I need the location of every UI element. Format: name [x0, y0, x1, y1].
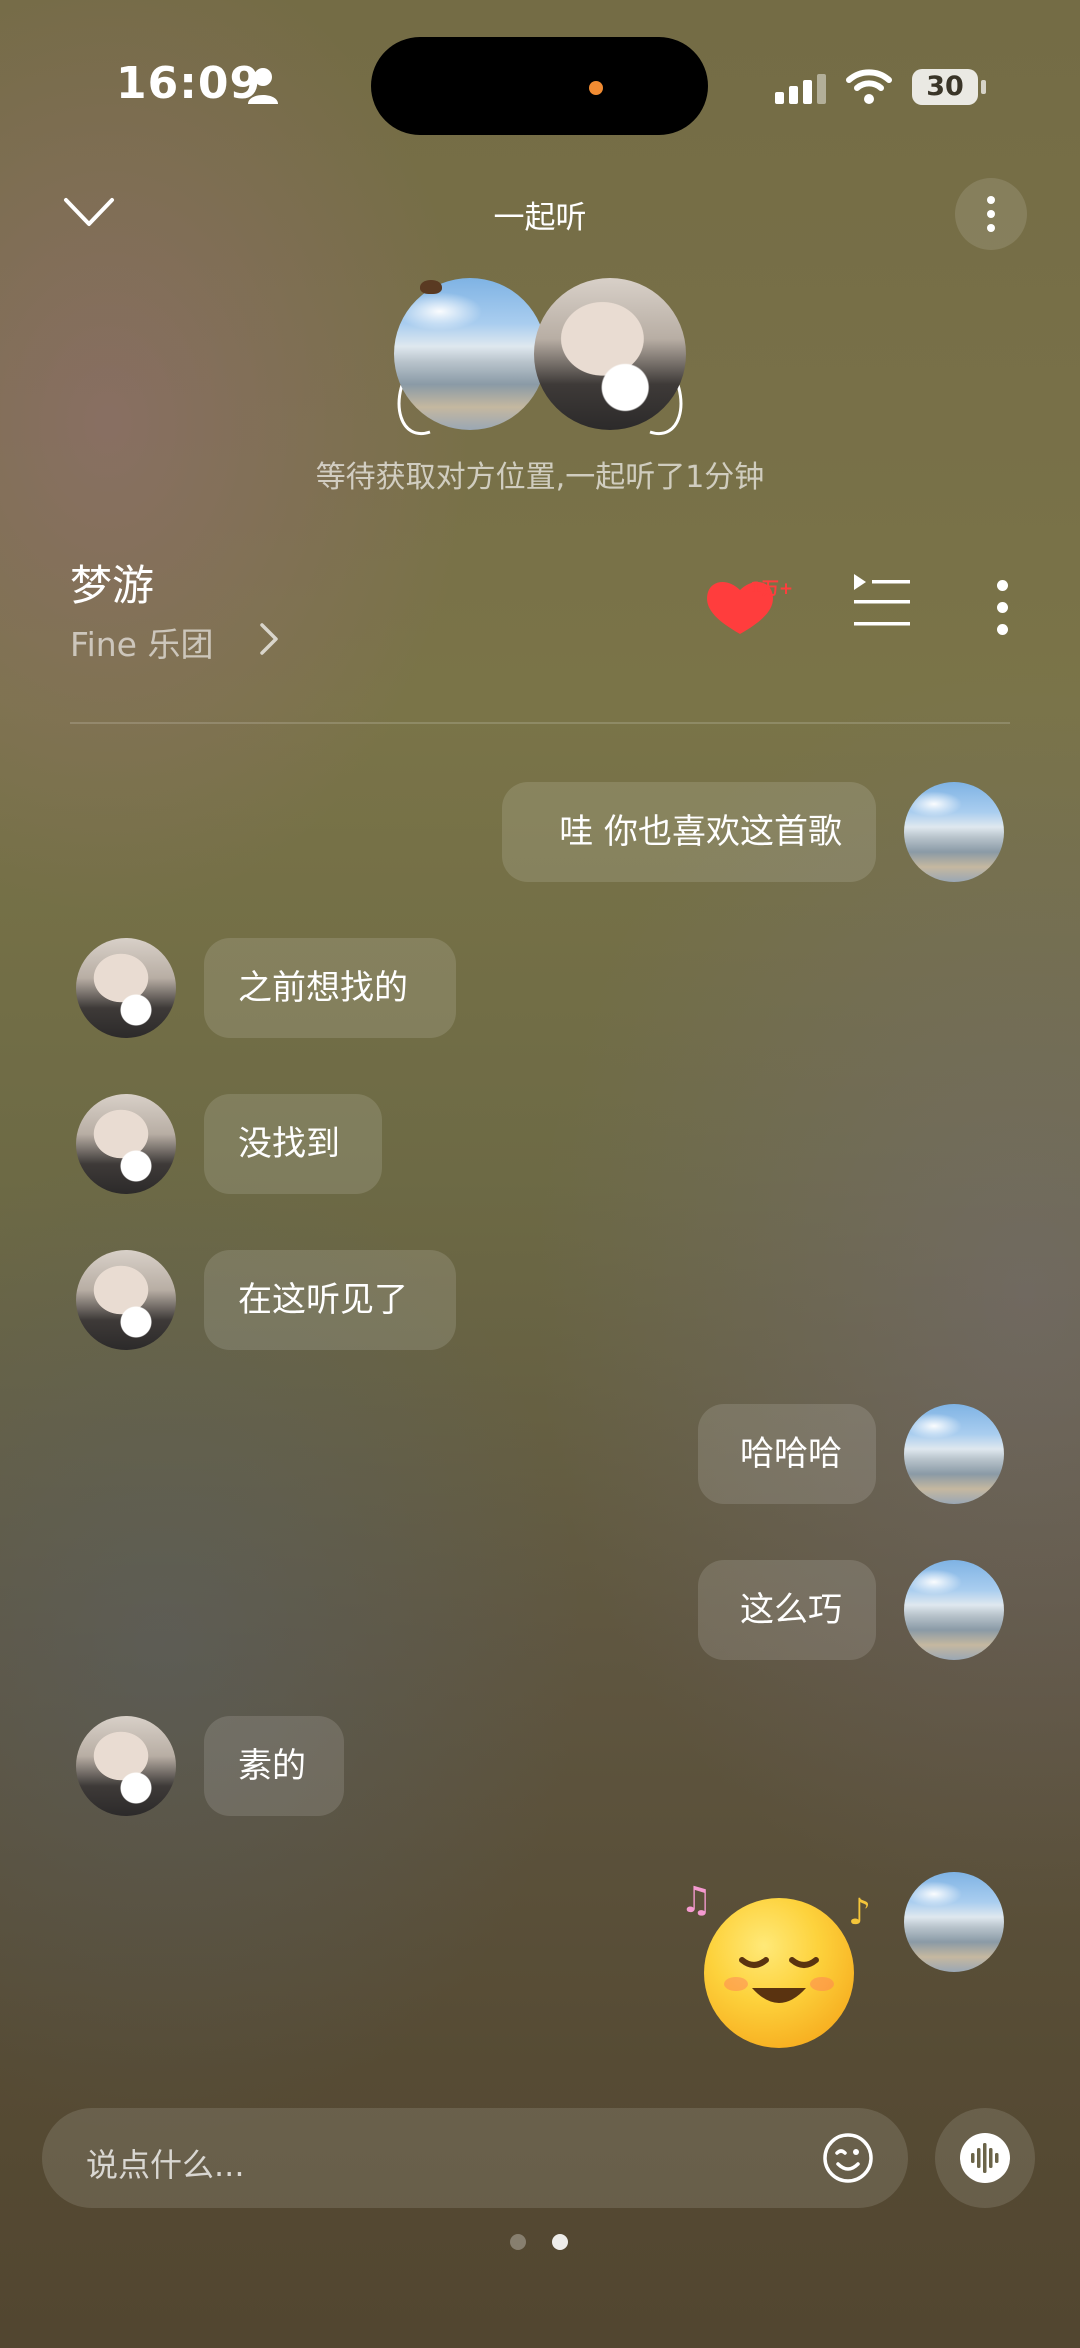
message-bubble-received[interactable]: 在这听见了 — [204, 1250, 456, 1350]
battery-nub — [981, 80, 986, 94]
message-bubble-received[interactable]: 没找到 — [204, 1094, 382, 1194]
song-more-icon[interactable] — [996, 578, 1010, 638]
message-bubble-received[interactable]: 之前想找的 — [204, 938, 456, 1038]
more-options-button[interactable] — [955, 178, 1027, 250]
wifi-icon — [846, 69, 892, 104]
sender-avatar[interactable] — [904, 1404, 1004, 1504]
recording-indicator-icon — [589, 81, 603, 95]
song-title[interactable]: 梦游 — [70, 552, 154, 613]
like-count: 1万+ — [750, 579, 794, 599]
person-icon — [248, 68, 278, 104]
sender-avatar[interactable] — [904, 1872, 1004, 1972]
status-time: 16:09 — [116, 58, 262, 109]
message-bubble-sent[interactable]: 哇 你也喜欢这首歌 — [502, 782, 876, 882]
hat-decoration-icon — [420, 280, 442, 294]
partner-avatar[interactable] — [76, 1250, 176, 1350]
sender-avatar[interactable] — [904, 1560, 1004, 1660]
cellular-signal-icon — [775, 74, 826, 104]
chevron-right-icon[interactable] — [256, 621, 282, 657]
sender-avatar[interactable] — [904, 782, 1004, 882]
partner-avatar[interactable] — [76, 938, 176, 1038]
page-indicator-dot[interactable] — [510, 2234, 526, 2250]
partner-avatar[interactable] — [76, 1716, 176, 1816]
message-bubble-sent[interactable]: 哈哈哈 — [698, 1404, 876, 1504]
my-avatar[interactable] — [394, 278, 546, 430]
divider — [70, 722, 1010, 724]
dynamic-island — [371, 37, 708, 135]
listen-status-text: 等待获取对方位置,一起听了1分钟 — [315, 460, 765, 495]
message-bubble-received[interactable]: 素的 — [204, 1716, 344, 1816]
emoji-icon[interactable] — [822, 2132, 874, 2184]
partner-avatar[interactable] — [534, 278, 686, 430]
message-input-placeholder[interactable]: 说点什么... — [86, 2140, 245, 2186]
voice-wave-icon[interactable] — [960, 2133, 1010, 2183]
playlist-icon[interactable] — [852, 572, 912, 630]
message-bubble-sent[interactable]: 这么巧 — [698, 1560, 876, 1660]
battery-indicator: 30 — [912, 69, 978, 105]
partner-avatar[interactable] — [76, 1094, 176, 1194]
page-indicator-dot-active[interactable] — [552, 2234, 568, 2250]
page-title: 一起听 — [493, 200, 587, 236]
chevron-down-icon[interactable] — [62, 192, 116, 232]
smiling-face-sticker-icon[interactable] — [704, 1898, 854, 2048]
song-artist[interactable]: Fine 乐团 — [70, 618, 213, 666]
